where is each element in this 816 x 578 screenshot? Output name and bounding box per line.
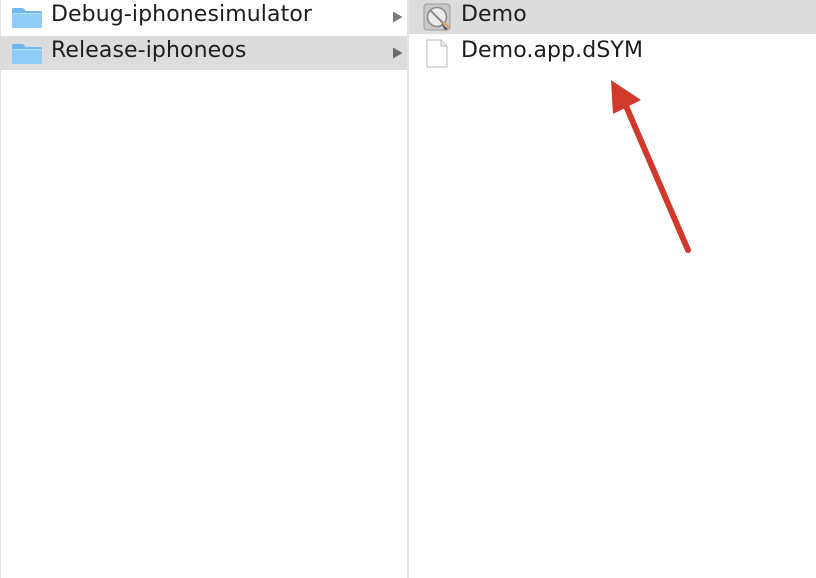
folder-icon — [12, 44, 42, 64]
contents-column[interactable]: Demo Demo.app.dSYM — [409, 0, 816, 578]
list-item-debug-iphonesimulator[interactable]: Debug-iphonesimulator — [0, 0, 407, 34]
item-label: Demo.app.dSYM — [461, 38, 644, 63]
executable-icon — [423, 3, 451, 31]
disclosure-triangle-icon[interactable] — [392, 11, 403, 23]
column-edge-divider — [0, 0, 1, 578]
item-label: Demo — [461, 2, 527, 27]
item-label: Release-iphoneos — [51, 38, 247, 63]
item-label: Debug-iphonesimulator — [51, 2, 313, 27]
list-item-release-iphoneos[interactable]: Release-iphoneos — [0, 36, 407, 70]
disclosure-triangle-icon[interactable] — [392, 47, 403, 59]
list-item-demo[interactable]: Demo — [409, 0, 816, 34]
parent-column[interactable]: Debug-iphonesimulator Release-iphoneos — [0, 0, 407, 578]
list-item-demo-app-dsym[interactable]: Demo.app.dSYM — [409, 36, 816, 70]
finder-column-view: Debug-iphonesimulator Release-iphoneos D… — [0, 0, 816, 578]
folder-icon — [12, 8, 42, 28]
document-icon — [426, 39, 448, 68]
